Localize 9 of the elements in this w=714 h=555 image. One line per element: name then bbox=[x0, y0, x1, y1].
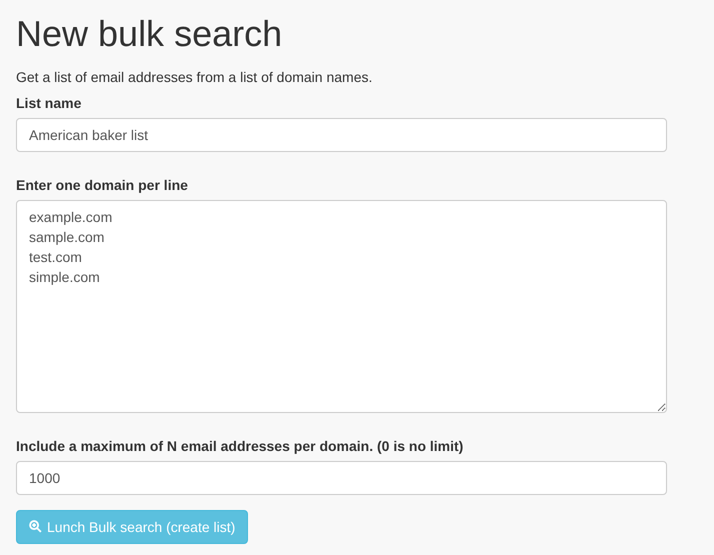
field-label: Include a maximum of N email addresses per domain. (0 is no limit) bbox=[16, 438, 464, 454]
field-label: Enter one domain per line bbox=[16, 176, 189, 193]
max-emails-field[interactable]: 1000 bbox=[16, 460, 667, 495]
page-description: Get a list of email addresses from a list of domain names. bbox=[16, 68, 374, 85]
zoom-in-icon bbox=[29, 520, 42, 534]
page-title: New bulk search bbox=[16, 14, 284, 54]
field-label: List name bbox=[16, 94, 82, 111]
domains-field[interactable]: example.com sample.com test.com simple.com bbox=[16, 200, 667, 413]
list-name-field[interactable]: American baker list bbox=[16, 118, 667, 152]
